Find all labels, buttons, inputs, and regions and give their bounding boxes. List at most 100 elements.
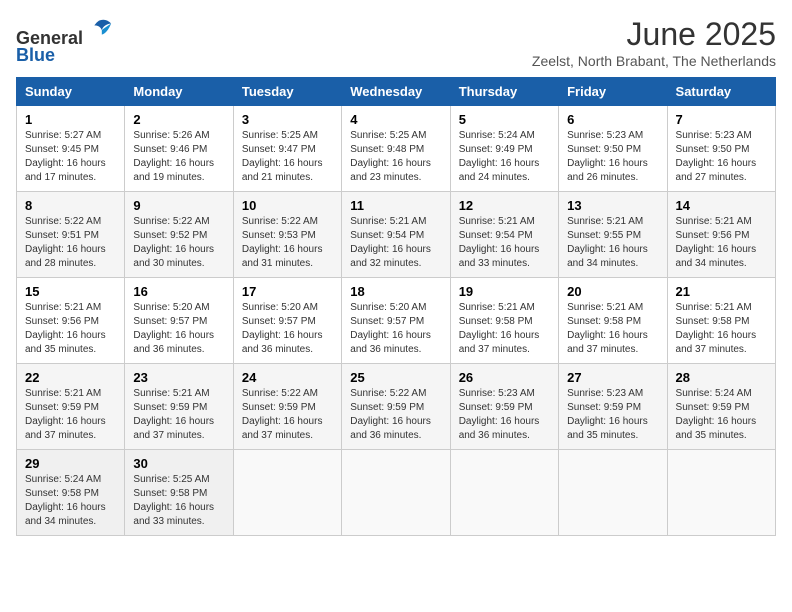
day-number: 1 bbox=[25, 112, 116, 127]
day-info: Sunrise: 5:25 AMSunset: 9:48 PMDaylight:… bbox=[350, 129, 441, 185]
day-number: 6 bbox=[567, 112, 658, 127]
calendar-cell bbox=[559, 450, 667, 536]
page-header: General Blue June 2025 Zeelst, North Bra… bbox=[16, 16, 776, 69]
day-number: 22 bbox=[25, 370, 116, 385]
day-info: Sunrise: 5:23 AMSunset: 9:50 PMDaylight:… bbox=[567, 129, 658, 185]
day-number: 30 bbox=[133, 456, 224, 471]
day-number: 21 bbox=[676, 284, 767, 299]
day-number: 7 bbox=[676, 112, 767, 127]
calendar-header-thursday: Thursday bbox=[450, 78, 558, 106]
day-number: 10 bbox=[242, 198, 333, 213]
calendar-header-saturday: Saturday bbox=[667, 78, 775, 106]
calendar-cell: 15 Sunrise: 5:21 AMSunset: 9:56 PMDayligh… bbox=[17, 278, 125, 364]
calendar-header-friday: Friday bbox=[559, 78, 667, 106]
calendar-cell bbox=[233, 450, 341, 536]
day-number: 26 bbox=[459, 370, 550, 385]
calendar-cell: 6 Sunrise: 5:23 AMSunset: 9:50 PMDaylight… bbox=[559, 106, 667, 192]
calendar-cell: 18Sunrise: 5:20 AMSunset: 9:57 PMDayligh… bbox=[342, 278, 450, 364]
title-area: June 2025 Zeelst, North Brabant, The Net… bbox=[532, 16, 776, 69]
calendar-cell: 17 Sunrise: 5:20 AMSunset: 9:57 PMDayligh… bbox=[233, 278, 341, 364]
calendar-cell: 9 Sunrise: 5:22 AMSunset: 9:52 PMDaylight… bbox=[125, 192, 233, 278]
day-info: Sunrise: 5:21 AMSunset: 9:58 PMDaylight:… bbox=[459, 301, 550, 357]
day-info: Sunrise: 5:21 AMSunset: 9:58 PMDaylight:… bbox=[567, 301, 658, 357]
day-info: Sunrise: 5:24 AMSunset: 9:58 PMDaylight:… bbox=[25, 473, 116, 529]
calendar-cell: 1 Sunrise: 5:27 AMSunset: 9:45 PMDaylight… bbox=[17, 106, 125, 192]
day-number: 11 bbox=[350, 198, 441, 213]
day-info: Sunrise: 5:20 AMSunset: 9:57 PMDaylight:… bbox=[350, 301, 441, 357]
calendar-cell: 2 Sunrise: 5:26 AMSunset: 9:46 PMDaylight… bbox=[125, 106, 233, 192]
day-number: 24 bbox=[242, 370, 333, 385]
day-info: Sunrise: 5:21 AMSunset: 9:54 PMDaylight:… bbox=[459, 215, 550, 271]
day-info: Sunrise: 5:20 AMSunset: 9:57 PMDaylight:… bbox=[133, 301, 224, 357]
calendar-cell: 21 Sunrise: 5:21 AMSunset: 9:58 PMDayligh… bbox=[667, 278, 775, 364]
calendar-cell: 24 Sunrise: 5:22 AMSunset: 9:59 PMDayligh… bbox=[233, 364, 341, 450]
calendar-cell: 30 Sunrise: 5:25 AMSunset: 9:58 PMDayligh… bbox=[125, 450, 233, 536]
calendar-week-3: 15 Sunrise: 5:21 AMSunset: 9:56 PMDayligh… bbox=[17, 278, 776, 364]
calendar-cell: 12Sunrise: 5:21 AMSunset: 9:54 PMDayligh… bbox=[450, 192, 558, 278]
calendar-header-sunday: Sunday bbox=[17, 78, 125, 106]
day-number: 3 bbox=[242, 112, 333, 127]
calendar-header-tuesday: Tuesday bbox=[233, 78, 341, 106]
day-info: Sunrise: 5:21 AMSunset: 9:56 PMDaylight:… bbox=[676, 215, 767, 271]
day-number: 8 bbox=[25, 198, 116, 213]
day-info: Sunrise: 5:20 AMSunset: 9:57 PMDaylight:… bbox=[242, 301, 333, 357]
day-number: 28 bbox=[676, 370, 767, 385]
calendar-cell bbox=[667, 450, 775, 536]
day-number: 29 bbox=[25, 456, 116, 471]
day-number: 5 bbox=[459, 112, 550, 127]
calendar-cell: 13 Sunrise: 5:21 AMSunset: 9:55 PMDayligh… bbox=[559, 192, 667, 278]
day-number: 13 bbox=[567, 198, 658, 213]
calendar-cell: 10Sunrise: 5:22 AMSunset: 9:53 PMDayligh… bbox=[233, 192, 341, 278]
day-info: Sunrise: 5:21 AMSunset: 9:56 PMDaylight:… bbox=[25, 301, 116, 357]
calendar-cell: 14 Sunrise: 5:21 AMSunset: 9:56 PMDayligh… bbox=[667, 192, 775, 278]
calendar-cell bbox=[342, 450, 450, 536]
calendar-cell: 26 Sunrise: 5:23 AMSunset: 9:59 PMDayligh… bbox=[450, 364, 558, 450]
calendar-cell: 27Sunrise: 5:23 AMSunset: 9:59 PMDayligh… bbox=[559, 364, 667, 450]
day-info: Sunrise: 5:27 AMSunset: 9:45 PMDaylight:… bbox=[25, 129, 116, 185]
calendar-cell: 16 Sunrise: 5:20 AMSunset: 9:57 PMDayligh… bbox=[125, 278, 233, 364]
day-info: Sunrise: 5:21 AMSunset: 9:59 PMDaylight:… bbox=[133, 387, 224, 443]
location-subtitle: Zeelst, North Brabant, The Netherlands bbox=[532, 53, 776, 69]
day-info: Sunrise: 5:21 AMSunset: 9:55 PMDaylight:… bbox=[567, 215, 658, 271]
calendar-week-4: 22 Sunrise: 5:21 AMSunset: 9:59 PMDayligh… bbox=[17, 364, 776, 450]
day-info: Sunrise: 5:23 AMSunset: 9:50 PMDaylight:… bbox=[676, 129, 767, 185]
day-info: Sunrise: 5:22 AMSunset: 9:52 PMDaylight:… bbox=[133, 215, 224, 271]
logo: General Blue bbox=[16, 16, 113, 66]
day-info: Sunrise: 5:22 AMSunset: 9:51 PMDaylight:… bbox=[25, 215, 116, 271]
day-number: 15 bbox=[25, 284, 116, 299]
day-number: 2 bbox=[133, 112, 224, 127]
day-number: 20 bbox=[567, 284, 658, 299]
day-number: 4 bbox=[350, 112, 441, 127]
day-info: Sunrise: 5:21 AMSunset: 9:54 PMDaylight:… bbox=[350, 215, 441, 271]
day-info: Sunrise: 5:25 AMSunset: 9:58 PMDaylight:… bbox=[133, 473, 224, 529]
month-title: June 2025 bbox=[532, 16, 776, 53]
day-info: Sunrise: 5:26 AMSunset: 9:46 PMDaylight:… bbox=[133, 129, 224, 185]
calendar-cell: 4 Sunrise: 5:25 AMSunset: 9:48 PMDaylight… bbox=[342, 106, 450, 192]
calendar-cell: 3 Sunrise: 5:25 AMSunset: 9:47 PMDaylight… bbox=[233, 106, 341, 192]
calendar-cell: 5 Sunrise: 5:24 AMSunset: 9:49 PMDaylight… bbox=[450, 106, 558, 192]
day-info: Sunrise: 5:21 AMSunset: 9:58 PMDaylight:… bbox=[676, 301, 767, 357]
calendar-cell: 29 Sunrise: 5:24 AMSunset: 9:58 PMDayligh… bbox=[17, 450, 125, 536]
day-number: 25 bbox=[350, 370, 441, 385]
calendar-cell: 7 Sunrise: 5:23 AMSunset: 9:50 PMDaylight… bbox=[667, 106, 775, 192]
day-info: Sunrise: 5:25 AMSunset: 9:47 PMDaylight:… bbox=[242, 129, 333, 185]
day-number: 23 bbox=[133, 370, 224, 385]
day-number: 17 bbox=[242, 284, 333, 299]
calendar-table: SundayMondayTuesdayWednesdayThursdayFrid… bbox=[16, 77, 776, 536]
day-info: Sunrise: 5:22 AMSunset: 9:59 PMDaylight:… bbox=[242, 387, 333, 443]
day-info: Sunrise: 5:22 AMSunset: 9:59 PMDaylight:… bbox=[350, 387, 441, 443]
day-number: 19 bbox=[459, 284, 550, 299]
calendar-cell: 25 Sunrise: 5:22 AMSunset: 9:59 PMDayligh… bbox=[342, 364, 450, 450]
day-info: Sunrise: 5:21 AMSunset: 9:59 PMDaylight:… bbox=[25, 387, 116, 443]
calendar-header-wednesday: Wednesday bbox=[342, 78, 450, 106]
calendar-cell: 8 Sunrise: 5:22 AMSunset: 9:51 PMDaylight… bbox=[17, 192, 125, 278]
calendar-week-1: 1 Sunrise: 5:27 AMSunset: 9:45 PMDaylight… bbox=[17, 106, 776, 192]
day-info: Sunrise: 5:23 AMSunset: 9:59 PMDaylight:… bbox=[459, 387, 550, 443]
day-number: 9 bbox=[133, 198, 224, 213]
day-number: 16 bbox=[133, 284, 224, 299]
calendar-cell: 28Sunrise: 5:24 AMSunset: 9:59 PMDayligh… bbox=[667, 364, 775, 450]
calendar-cell: 23 Sunrise: 5:21 AMSunset: 9:59 PMDayligh… bbox=[125, 364, 233, 450]
day-number: 14 bbox=[676, 198, 767, 213]
calendar-cell: 11 Sunrise: 5:21 AMSunset: 9:54 PMDayligh… bbox=[342, 192, 450, 278]
day-info: Sunrise: 5:24 AMSunset: 9:49 PMDaylight:… bbox=[459, 129, 550, 185]
